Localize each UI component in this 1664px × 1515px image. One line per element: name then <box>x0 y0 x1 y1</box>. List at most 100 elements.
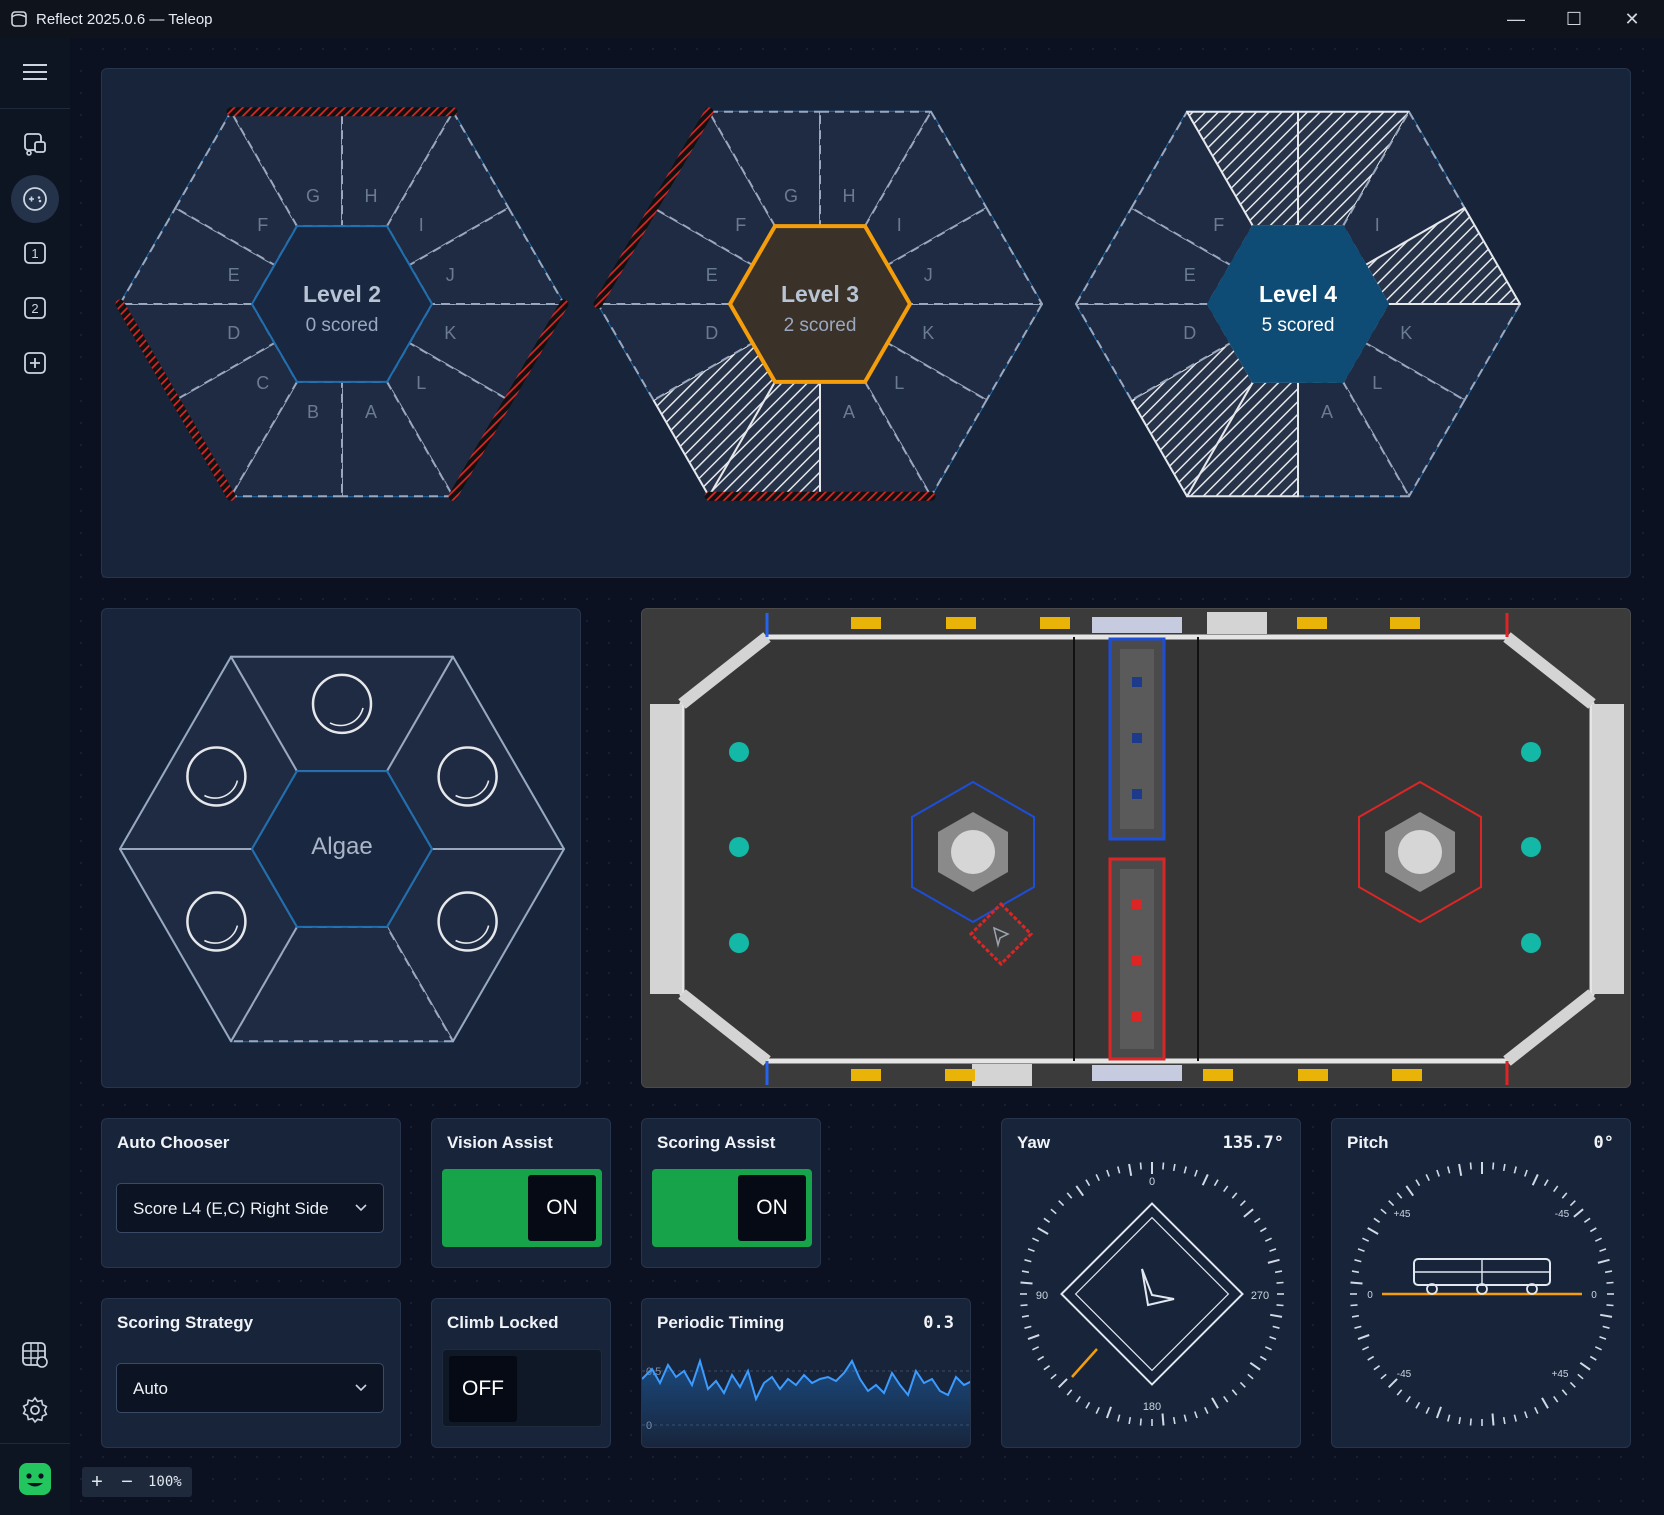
scoring-strategy-title: Scoring Strategy <box>117 1313 254 1332</box>
climb-locked-toggle[interactable]: OFF <box>442 1349 602 1427</box>
logo-icon <box>11 1455 59 1503</box>
pitch-tick-right: 0 <box>1591 1290 1597 1301</box>
branch-letter: B <box>307 402 319 422</box>
yaw-panel: Yaw 135.7° 0 90 270 180 <box>1001 1118 1301 1448</box>
auto-chooser-value: Score L4 (E,C) Right Side <box>133 1199 329 1218</box>
auto-chooser-select[interactable]: Score L4 (E,C) Right Side <box>116 1183 384 1233</box>
branch-letter: E <box>706 265 718 285</box>
reef-level-2[interactable]: K L A B C D E F G H I J Level 2 0 scored <box>115 107 569 501</box>
minimize-button[interactable]: — <box>1493 4 1539 34</box>
pitch-panel: Pitch 0° +45 -45 0 0 -45 +45 <box>1331 1118 1631 1448</box>
reef-level-status: 2 scored <box>784 315 857 336</box>
timing-graph: 0.5 0 <box>642 1357 970 1447</box>
branch-letter: L <box>1372 373 1382 393</box>
branch-letter: F <box>1213 215 1224 235</box>
hamburger-icon[interactable] <box>11 48 59 96</box>
algae-ball <box>729 742 749 762</box>
algae-svg: Algae <box>118 655 566 1043</box>
zoom-controls: + − 100% <box>82 1467 192 1497</box>
yaw-gauge: 0 90 270 180 <box>1020 1162 1284 1426</box>
zoom-level: 100% <box>148 1474 182 1490</box>
branch-letter: A <box>365 402 377 422</box>
branch-letter: D <box>227 323 240 343</box>
vision-assist-panel: Vision Assist ON <box>431 1118 611 1268</box>
robot-icon[interactable] <box>11 120 59 168</box>
yaw-tick-180: 180 <box>1143 1401 1161 1413</box>
branch-letter: L <box>894 373 904 393</box>
branch-letter: I <box>419 215 424 235</box>
pitch-gauge: +45 -45 0 0 -45 +45 <box>1350 1162 1614 1426</box>
field-panel <box>641 608 1631 1088</box>
auto-chooser-title: Auto Chooser <box>117 1133 230 1152</box>
branch-letter: K <box>1400 323 1412 343</box>
pitch-tick-tr: -45 <box>1555 1209 1570 1220</box>
yaw-tick-90: 90 <box>1036 1290 1048 1302</box>
periodic-timing-panel: Periodic Timing 0.3 0.5 0 <box>641 1298 971 1448</box>
gear-icon[interactable] <box>11 1386 59 1434</box>
pitch-tick-br: +45 <box>1552 1369 1569 1380</box>
zoom-out-button[interactable]: − <box>112 1467 142 1497</box>
algae-panel: Algae <box>101 608 581 1088</box>
plus-icon[interactable] <box>11 339 59 387</box>
vision-assist-toggle[interactable]: ON <box>442 1169 602 1247</box>
close-button[interactable]: ✕ <box>1609 4 1655 34</box>
pitch-tick-tl: +45 <box>1394 1209 1411 1220</box>
scoring-assist-state: ON <box>738 1175 806 1241</box>
scoring-strategy-panel: Scoring Strategy Auto <box>101 1298 401 1448</box>
window-title: Reflect 2025.0.6 — Teleop <box>36 11 213 28</box>
branch-letter: J <box>924 265 933 285</box>
zoom-in-button[interactable]: + <box>82 1467 112 1497</box>
algae-ball <box>1521 837 1541 857</box>
title-bar: Reflect 2025.0.6 — Teleop — ☐ ✕ <box>0 0 1664 39</box>
scoring-strategy-select[interactable]: Auto <box>116 1363 384 1413</box>
branch-letter: J <box>446 265 455 285</box>
blue-driver-station-wall <box>650 704 682 994</box>
branch-letter: A <box>843 402 855 422</box>
tab-2-label: 2 <box>31 301 38 316</box>
branch-letter: E <box>1184 265 1196 285</box>
vision-assist-title: Vision Assist <box>447 1133 553 1152</box>
pitch-tick-bl: -45 <box>1397 1369 1412 1380</box>
sidebar: 1 2 <box>0 38 71 1515</box>
gamepad-icon[interactable] <box>11 175 59 223</box>
scoring-assist-panel: Scoring Assist ON <box>641 1118 821 1268</box>
globe-grid-icon[interactable] <box>11 1331 59 1379</box>
branch-letter: K <box>922 323 934 343</box>
reef-panel: K L A B C D E F G H I J Level 2 0 scored K L A D E F G H I J Lev… <box>101 68 1631 578</box>
heading-arrow-icon <box>1141 1268 1175 1307</box>
tab-1-icon[interactable]: 1 <box>11 229 59 277</box>
algae-ball <box>1521 742 1541 762</box>
branch-letter: I <box>897 215 902 235</box>
yaw-indicator <box>1071 1348 1098 1378</box>
yaw-tick-0: 0 <box>1149 1176 1155 1188</box>
tab-2-icon[interactable]: 2 <box>11 284 59 332</box>
branch-letter: C <box>256 373 269 393</box>
reef-level-3[interactable]: K L A D E F G H I J Level 3 2 scored <box>593 107 1044 501</box>
reef-level-title: Level 3 <box>781 281 859 307</box>
reef-level-title: Level 2 <box>303 281 381 307</box>
robot-side-icon <box>1413 1258 1551 1295</box>
branch-letter: D <box>705 323 718 343</box>
red-driver-station-wall <box>1592 704 1624 994</box>
reef-level-title: Level 4 <box>1259 281 1337 307</box>
scoring-assist-toggle[interactable]: ON <box>652 1169 812 1247</box>
algae-label: Algae <box>311 833 372 860</box>
algae-ball <box>1521 933 1541 953</box>
maximize-button[interactable]: ☐ <box>1551 4 1597 34</box>
vision-assist-state: ON <box>528 1175 596 1241</box>
branch-letter: I <box>1375 215 1380 235</box>
branch-letter: G <box>784 186 798 206</box>
tab-1-label: 1 <box>31 246 38 261</box>
reef-level-status: 5 scored <box>1262 315 1335 336</box>
chevron-down-icon <box>355 1204 367 1212</box>
pitch-tick-left: 0 <box>1367 1290 1373 1301</box>
algae-ball <box>729 933 749 953</box>
branch-letter: H <box>843 186 856 206</box>
branch-letter: F <box>735 215 746 235</box>
climb-locked-state: OFF <box>449 1356 517 1422</box>
algae-ball <box>729 837 749 857</box>
reef-level-4[interactable]: K L A D E F I Level 4 5 scored <box>1074 110 1522 498</box>
branch-letter: F <box>257 215 268 235</box>
branch-letter: L <box>416 373 426 393</box>
branch-letter: K <box>444 323 456 343</box>
